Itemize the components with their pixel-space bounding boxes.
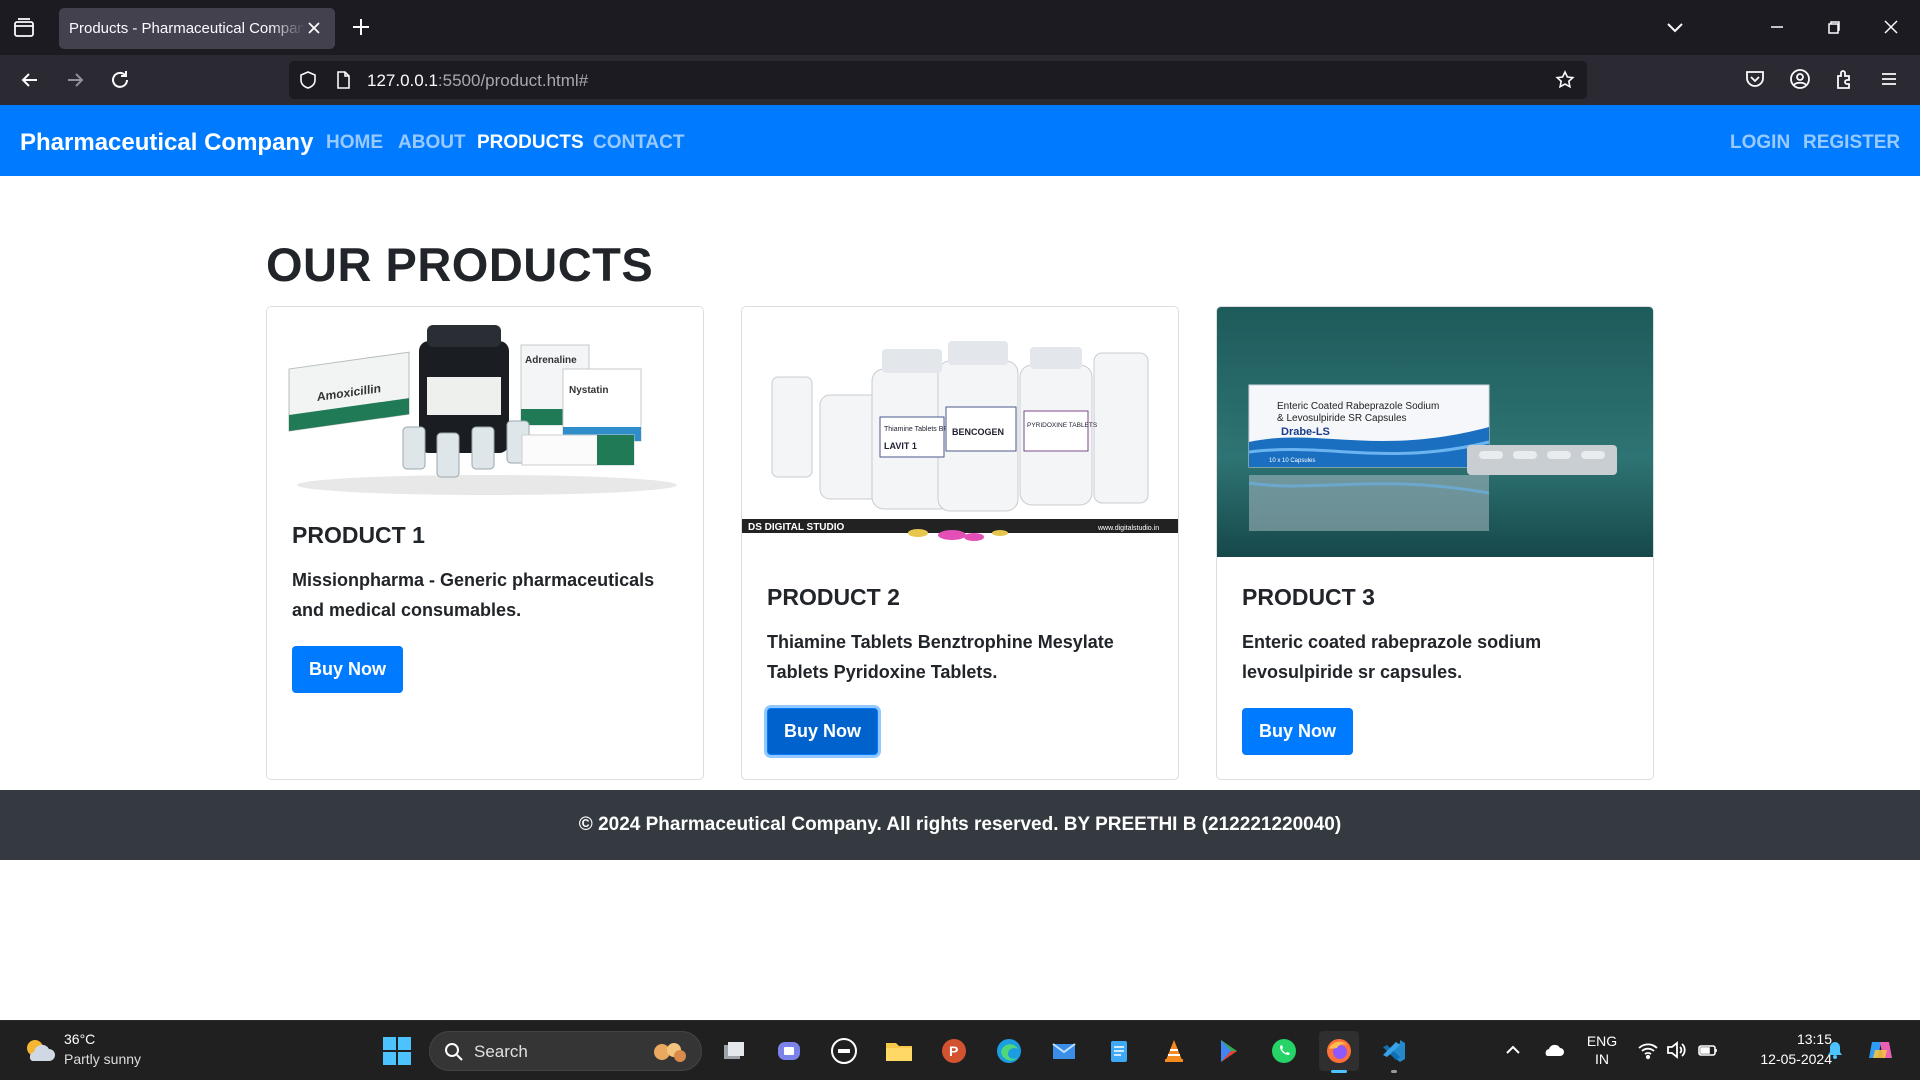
weather-description[interactable]: Partly sunny xyxy=(64,1051,141,1067)
powerpoint-icon[interactable]: P xyxy=(934,1031,974,1071)
taskbar-search[interactable]: Search xyxy=(429,1031,702,1071)
chevron-up-icon[interactable] xyxy=(1502,1039,1524,1061)
svg-text:Enteric Coated Rabeprazole Sod: Enteric Coated Rabeprazole Sodium xyxy=(1277,401,1439,412)
mail-icon[interactable] xyxy=(1044,1031,1084,1071)
forward-arrow-icon[interactable] xyxy=(62,67,88,93)
url-text[interactable]: 127.0.0.1:5500/product.html# xyxy=(367,71,588,91)
buy-now-button-2[interactable]: Buy Now xyxy=(767,708,879,755)
back-arrow-icon[interactable] xyxy=(17,67,43,93)
bookmark-star-icon[interactable] xyxy=(1555,70,1575,90)
restore-icon[interactable] xyxy=(1821,14,1847,40)
search-label: Search xyxy=(474,1042,528,1061)
page-title: OUR PRODUCTS xyxy=(266,238,654,291)
active-app-indicator xyxy=(1331,1070,1347,1073)
svg-text:www.digitalstudio.in: www.digitalstudio.in xyxy=(1097,525,1159,532)
nav-register-link[interactable]: REGISTER xyxy=(1803,132,1900,154)
language-indicator-bottom[interactable]: IN xyxy=(1584,1051,1620,1067)
vlc-icon[interactable] xyxy=(1154,1031,1194,1071)
product-3-image: Enteric Coated Rabeprazole Sodium & Levo… xyxy=(1217,307,1653,557)
vscode-icon[interactable] xyxy=(1374,1031,1414,1073)
address-bar[interactable]: 127.0.0.1:5500/product.html# xyxy=(289,61,1587,99)
copilot-icon[interactable] xyxy=(1866,1036,1894,1064)
close-tab-icon[interactable] xyxy=(305,19,323,37)
product-card-3: Enteric Coated Rabeprazole Sodium & Levo… xyxy=(1216,306,1654,780)
wifi-icon[interactable] xyxy=(1637,1039,1659,1061)
url-path: :5500/product.html# xyxy=(437,71,589,90)
search-icon xyxy=(445,1043,463,1061)
product-1-image: Amoxicillin Adrenaline Nystatin xyxy=(267,307,703,502)
svg-text:LAVIT 1: LAVIT 1 xyxy=(884,441,917,451)
play-store-icon[interactable] xyxy=(1209,1031,1249,1071)
language-indicator-top[interactable]: ENG xyxy=(1584,1033,1620,1049)
windows-taskbar: 36°C Partly sunny Search P ENG IN 13:15 … xyxy=(0,1020,1920,1080)
file-explorer-icon[interactable] xyxy=(879,1031,919,1071)
edge-browser-icon[interactable] xyxy=(989,1031,1029,1071)
windows-start-icon[interactable] xyxy=(382,1036,412,1066)
product-2-title: PRODUCT 2 xyxy=(767,584,900,610)
buy-now-button-3[interactable]: Buy Now xyxy=(1242,708,1354,755)
minimize-icon[interactable] xyxy=(1764,14,1790,40)
product-card-1: Amoxicillin Adrenaline Nystatin PRODUCT … xyxy=(266,306,704,780)
site-navbar: Pharmaceutical Company HOME ABOUT PRODUC… xyxy=(0,105,1920,176)
product-1-title: PRODUCT 1 xyxy=(292,522,425,548)
svg-text:DS DIGITAL STUDIO: DS DIGITAL STUDIO xyxy=(748,522,845,533)
open-app-indicator xyxy=(1391,1070,1397,1073)
menu-hamburger-icon[interactable] xyxy=(1877,67,1901,91)
browser-tab-active[interactable]: Products - Pharmaceutical Company xyxy=(59,8,335,49)
svg-text:PYRIDOXINE TABLETS: PYRIDOXINE TABLETS xyxy=(1027,422,1098,429)
onedrive-cloud-icon[interactable] xyxy=(1542,1039,1564,1061)
reload-icon[interactable] xyxy=(107,67,133,93)
svg-text:P: P xyxy=(949,1043,958,1059)
svg-text:Adrenaline: Adrenaline xyxy=(525,355,577,366)
tab-list-icon[interactable] xyxy=(12,16,36,40)
product-1-description: Missionpharma - Generic pharmaceuticals … xyxy=(292,570,655,620)
svg-text:BENCOGEN: BENCOGEN xyxy=(952,427,1004,437)
task-view-icon[interactable] xyxy=(714,1031,754,1071)
nav-products-link[interactable]: PRODUCTS xyxy=(477,132,584,154)
teams-chat-icon[interactable] xyxy=(769,1031,809,1071)
close-window-icon[interactable] xyxy=(1878,14,1904,40)
clock-date[interactable]: 12-05-2024 xyxy=(1738,1051,1832,1067)
url-host: 127.0.0.1 xyxy=(367,71,438,90)
nav-contact-link[interactable]: CONTACT xyxy=(593,132,684,154)
whatsapp-icon[interactable] xyxy=(1264,1031,1304,1071)
site-footer: © 2024 Pharmaceutical Company. All right… xyxy=(0,790,1920,860)
shield-icon[interactable] xyxy=(298,70,318,90)
dell-icon[interactable] xyxy=(824,1031,864,1071)
volume-icon[interactable] xyxy=(1665,1039,1687,1061)
notification-bell-icon[interactable] xyxy=(1824,1039,1846,1061)
list-all-tabs-icon[interactable] xyxy=(1662,14,1688,40)
page-icon[interactable] xyxy=(333,70,353,90)
product-3-description: Enteric coated rabeprazole sodium levosu… xyxy=(1242,632,1542,682)
product-2-image: Thiamine Tablets BP 100 mg LAVIT 1 BENCO… xyxy=(742,307,1178,547)
battery-icon[interactable] xyxy=(1697,1039,1719,1061)
notepad-icon[interactable] xyxy=(1099,1031,1139,1071)
clock-time[interactable]: 13:15 xyxy=(1760,1031,1832,1047)
tab-title: Products - Pharmaceutical Company xyxy=(69,20,305,37)
browser-tab-bar: Products - Pharmaceutical Company xyxy=(0,0,1920,55)
nav-login-link[interactable]: LOGIN xyxy=(1730,132,1790,154)
svg-text:& Levosulpiride SR Capsules: & Levosulpiride SR Capsules xyxy=(1277,413,1407,424)
product-card-2: Thiamine Tablets BP 100 mg LAVIT 1 BENCO… xyxy=(741,306,1179,780)
nav-home-link[interactable]: HOME xyxy=(326,132,383,154)
extensions-icon[interactable] xyxy=(1833,67,1857,91)
nav-about-link[interactable]: ABOUT xyxy=(398,132,466,154)
buy-now-button-1[interactable]: Buy Now xyxy=(292,646,404,693)
footer-copyright: © 2024 Pharmaceutical Company. All right… xyxy=(578,814,1342,835)
brand-link[interactable]: Pharmaceutical Company xyxy=(20,129,313,157)
svg-text:Drabe-LS: Drabe-LS xyxy=(1281,426,1330,438)
weather-temperature[interactable]: 36°C xyxy=(64,1031,95,1047)
svg-text:Nystatin: Nystatin xyxy=(569,385,608,396)
firefox-icon[interactable] xyxy=(1319,1031,1359,1073)
new-tab-icon[interactable] xyxy=(350,16,372,38)
pocket-icon[interactable] xyxy=(1743,67,1767,91)
search-highlight-icon xyxy=(654,1043,686,1062)
svg-text:10 x 10 Capsules: 10 x 10 Capsules xyxy=(1269,458,1315,464)
product-2-description: Thiamine Tablets Benztrophine Mesylate T… xyxy=(767,632,1114,682)
product-3-title: PRODUCT 3 xyxy=(1242,584,1375,610)
browser-toolbar: 127.0.0.1:5500/product.html# xyxy=(0,55,1920,105)
account-icon[interactable] xyxy=(1788,67,1812,91)
partly-sunny-icon[interactable] xyxy=(22,1035,56,1067)
